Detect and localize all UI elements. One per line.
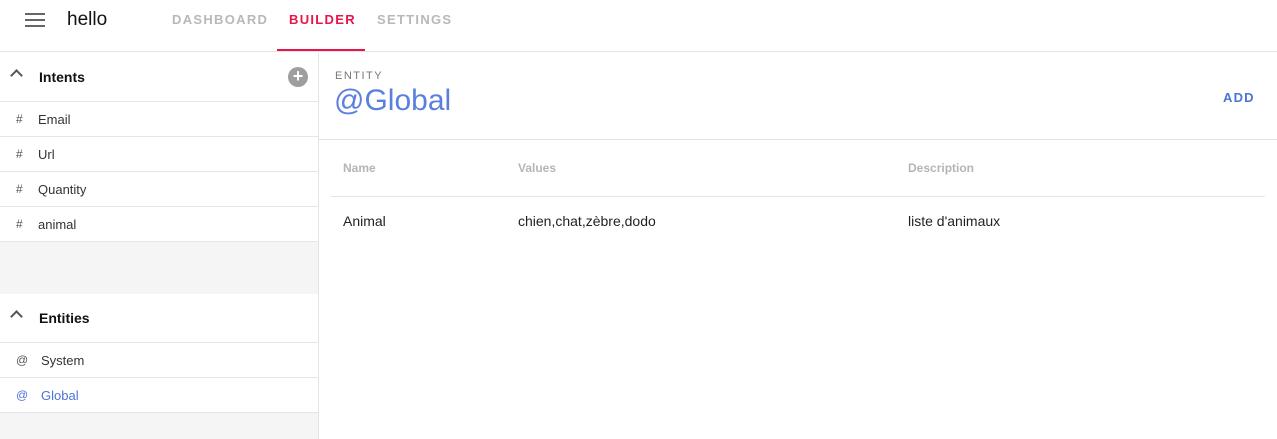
sidebar-item-label: Quantity [38,182,87,197]
app-title: hello [67,9,108,30]
intents-section-title: Intents [39,69,85,85]
column-header-values[interactable]: Values [518,161,556,175]
sidebar-item-system[interactable]: @ System [0,343,318,378]
page-title: @Global [334,84,452,117]
table-row[interactable]: Animal chien,chat,zèbre,dodo liste d'ani… [331,197,1265,245]
add-button[interactable]: ADD [1223,90,1255,105]
hash-icon: # [16,217,23,231]
sidebar-item-label: Global [41,388,79,403]
sidebar-item-global[interactable]: @ Global [0,378,318,413]
hamburger-icon[interactable] [25,13,45,27]
cell-values: chien,chat,zèbre,dodo [518,213,656,229]
table-header: Name Values Description [331,140,1265,197]
sidebar-item-label: animal [38,217,77,232]
entities-section-header[interactable]: Entities [0,294,318,343]
chevron-up-icon[interactable] [10,310,23,323]
at-icon: @ [16,353,29,367]
active-tab-indicator [277,49,365,51]
entity-values-table: Name Values Description Animal chien,cha… [331,140,1265,245]
intents-section-header[interactable]: Intents + [0,53,318,102]
sidebar-item-url[interactable]: # Url [0,137,318,172]
sidebar-item-label: Url [38,147,55,162]
entity-kicker: ENTITY [335,70,384,82]
top-app-bar: hello DASHBOARD BUILDER SETTINGS [0,0,1277,52]
add-intent-icon[interactable]: + [288,67,308,87]
entities-section-title: Entities [39,310,90,326]
chevron-up-icon[interactable] [10,69,23,82]
sidebar-item-email[interactable]: # Email [0,102,318,137]
column-header-description[interactable]: Description [908,161,974,175]
cell-name: Animal [343,213,386,229]
main-content: ENTITY @Global ADD Name Values Descripti… [319,53,1277,439]
cell-description: liste d'animaux [908,213,1001,229]
at-icon: @ [16,388,29,402]
sidebar-item-quantity[interactable]: # Quantity [0,172,318,207]
hash-icon: # [16,112,23,126]
sidebar-item-label: Email [38,112,71,127]
tab-dashboard[interactable]: DASHBOARD [172,12,268,27]
sidebar-item-animal[interactable]: # animal [0,207,318,242]
tab-settings[interactable]: SETTINGS [377,12,452,27]
sidebar-item-label: System [41,353,85,368]
column-header-name[interactable]: Name [343,161,376,175]
hash-icon: # [16,182,23,196]
tab-builder[interactable]: BUILDER [289,12,356,27]
hash-icon: # [16,147,23,161]
sidebar: Intents + # Email # Url # Quantity # ani… [0,53,319,439]
